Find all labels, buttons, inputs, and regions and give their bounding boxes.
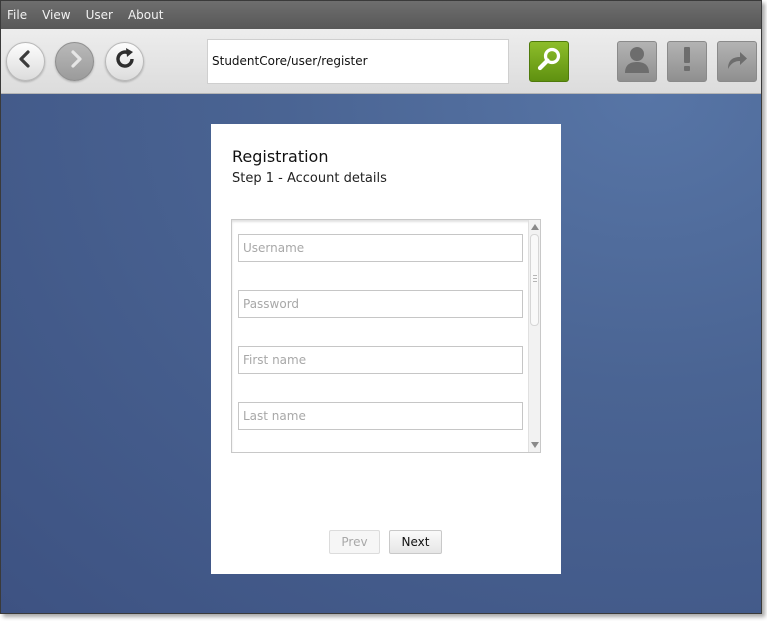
scroll-grip-line — [533, 281, 537, 282]
back-arrow-icon — [16, 49, 36, 74]
menu-about[interactable]: About — [128, 8, 163, 22]
scroll-thumb[interactable] — [530, 234, 539, 326]
password-field[interactable] — [238, 290, 523, 318]
back-button[interactable] — [6, 42, 45, 81]
registration-panel: Registration Step 1 - Account details Us… — [211, 124, 561, 574]
menu-file[interactable]: File — [7, 8, 27, 22]
alert-button[interactable] — [667, 41, 707, 82]
menu-bar: File View User About — [1, 1, 761, 29]
refresh-button[interactable] — [105, 42, 144, 81]
forward-arrow-icon — [65, 49, 85, 74]
username-field[interactable] — [238, 234, 523, 262]
prev-button[interactable]: Prev — [329, 530, 380, 554]
first-name-field[interactable] — [238, 346, 523, 374]
user-icon — [623, 44, 651, 79]
scroll-down-arrow-icon[interactable] — [531, 442, 539, 448]
next-button[interactable]: Next — [389, 530, 442, 554]
toolbar — [1, 29, 761, 94]
share-arrow-icon — [724, 47, 750, 76]
scroll-up-arrow-icon[interactable] — [531, 224, 539, 230]
form-scroll-container[interactable] — [231, 219, 541, 453]
registration-title: Registration — [232, 147, 329, 166]
address-bar-input[interactable] — [207, 39, 509, 84]
registration-step: Step 1 - Account details — [232, 171, 387, 186]
exclamation-icon — [680, 45, 694, 78]
scroll-grip-line — [533, 278, 537, 279]
scroll-grip-line — [533, 275, 537, 276]
last-name-field[interactable] — [238, 402, 523, 430]
share-button[interactable] — [717, 41, 757, 82]
refresh-icon — [113, 47, 137, 76]
vertical-scrollbar[interactable] — [528, 220, 540, 452]
menu-view[interactable]: View — [42, 8, 70, 22]
search-button[interactable] — [529, 41, 569, 82]
app-window: File View User About StudentCore/user/re… — [0, 0, 762, 614]
forward-button[interactable] — [55, 42, 94, 81]
menu-user[interactable]: User — [86, 8, 113, 22]
content-area: Registration Step 1 - Account details Us… — [1, 94, 761, 613]
magnifier-icon — [535, 45, 563, 78]
user-button[interactable] — [617, 41, 657, 82]
